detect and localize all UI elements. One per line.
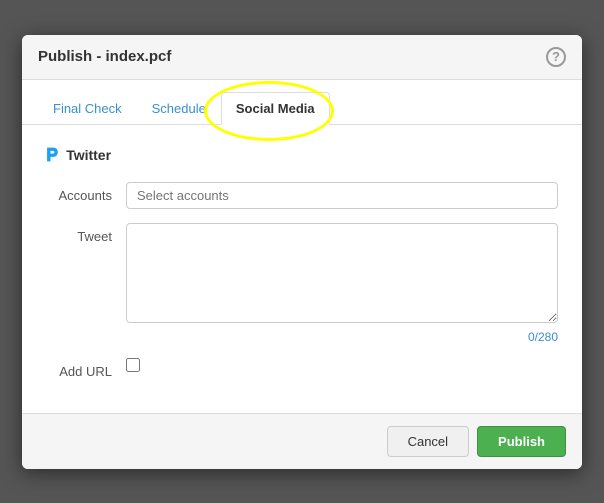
- twitter-icon: 𝐏: [46, 145, 58, 166]
- accounts-label: Accounts: [46, 182, 126, 203]
- tweet-textarea[interactable]: [126, 223, 558, 323]
- tab-final-check[interactable]: Final Check: [38, 92, 137, 125]
- add-url-checkbox[interactable]: [126, 358, 140, 372]
- tweet-row: Tweet 0/280: [46, 223, 558, 344]
- tweet-field-wrapper: 0/280: [126, 223, 558, 344]
- modal-body: 𝐏 Twitter Accounts Tweet 0/280 Add URL: [22, 125, 582, 413]
- publish-button[interactable]: Publish: [477, 426, 566, 457]
- twitter-section-title: 𝐏 Twitter: [46, 145, 558, 166]
- modal-header: Publish - index.pcf ?: [22, 35, 582, 80]
- tab-social-media[interactable]: Social Media: [221, 92, 330, 125]
- cancel-button[interactable]: Cancel: [387, 426, 469, 457]
- tab-bar: Final Check Schedule Social Media: [22, 80, 582, 125]
- modal-title: Publish - index.pcf: [38, 48, 171, 65]
- add-url-label: Add URL: [46, 358, 126, 379]
- tab-schedule[interactable]: Schedule: [137, 92, 221, 125]
- tweet-label: Tweet: [46, 223, 126, 244]
- accounts-row: Accounts: [46, 182, 558, 209]
- twitter-title: Twitter: [66, 147, 111, 163]
- add-url-row: Add URL: [46, 358, 558, 379]
- accounts-field-wrapper: [126, 182, 558, 209]
- add-url-wrapper: [126, 358, 558, 372]
- char-count: 0/280: [126, 330, 558, 344]
- modal-footer: Cancel Publish: [22, 413, 582, 469]
- publish-modal: Publish - index.pcf ? Final Check Schedu…: [22, 35, 582, 469]
- help-icon[interactable]: ?: [546, 47, 566, 67]
- accounts-input[interactable]: [126, 182, 558, 209]
